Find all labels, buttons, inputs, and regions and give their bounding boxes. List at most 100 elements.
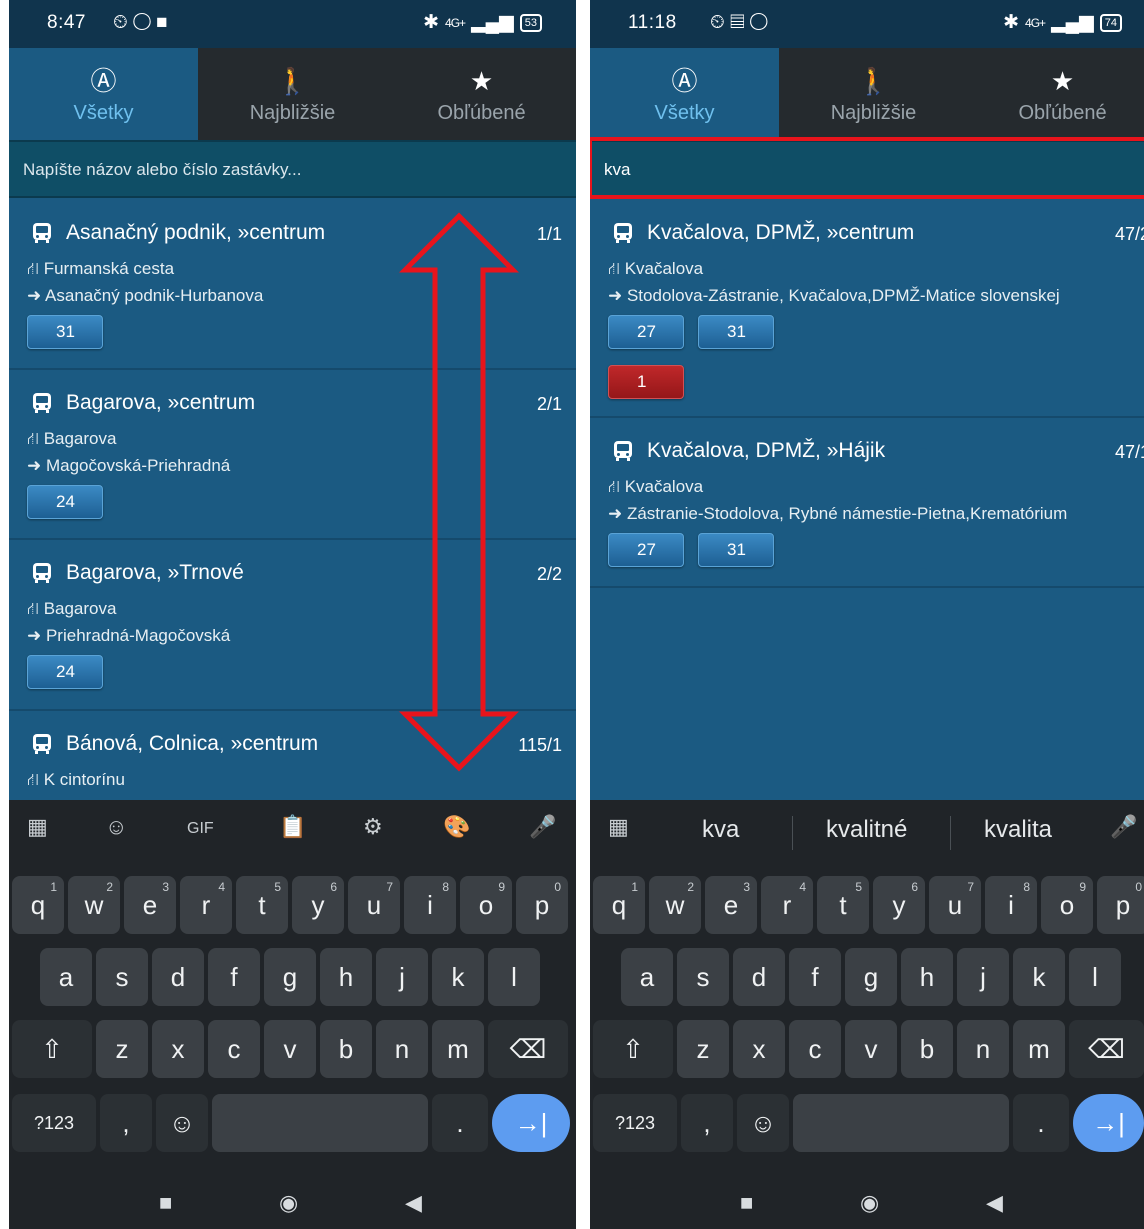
- microphone-icon[interactable]: 🎤: [529, 814, 556, 840]
- period-key[interactable]: .: [1013, 1094, 1069, 1152]
- sticker-icon[interactable]: ☺: [105, 814, 127, 840]
- back-icon[interactable]: ◀: [986, 1190, 1003, 1216]
- key-r[interactable]: r4: [761, 876, 813, 934]
- key-z[interactable]: z: [96, 1020, 148, 1078]
- home-icon[interactable]: ◉: [860, 1190, 879, 1216]
- key-v[interactable]: v: [845, 1020, 897, 1078]
- key-k[interactable]: k: [1013, 948, 1065, 1006]
- stop-list[interactable]: Kvačalova, DPMŽ, »centrum 47/2 ⛙ Kvačalo…: [590, 200, 1144, 588]
- key-e[interactable]: e3: [124, 876, 176, 934]
- period-key[interactable]: .: [432, 1094, 488, 1152]
- line-badge[interactable]: 24: [27, 485, 103, 519]
- key-i[interactable]: i8: [985, 876, 1037, 934]
- key-h[interactable]: h: [320, 948, 372, 1006]
- key-s[interactable]: s: [677, 948, 729, 1006]
- enter-key[interactable]: →|: [492, 1094, 570, 1152]
- line-badge[interactable]: 31: [698, 315, 774, 349]
- backspace-key[interactable]: ⌫: [488, 1020, 568, 1078]
- emoji-key[interactable]: ☺: [156, 1094, 208, 1152]
- apps-grid-icon[interactable]: ▦: [608, 814, 629, 840]
- key-p[interactable]: p0: [1097, 876, 1144, 934]
- key-g[interactable]: g: [845, 948, 897, 1006]
- tab-all[interactable]: Ⓐ Všetky: [590, 48, 779, 140]
- key-b[interactable]: b: [901, 1020, 953, 1078]
- line-badge[interactable]: 31: [698, 533, 774, 567]
- line-badge[interactable]: 27: [608, 533, 684, 567]
- key-k[interactable]: k: [432, 948, 484, 1006]
- key-r[interactable]: r4: [180, 876, 232, 934]
- home-icon[interactable]: ◉: [279, 1190, 298, 1216]
- key-n[interactable]: n: [957, 1020, 1009, 1078]
- tab-favorites[interactable]: ★ Obľúbené: [387, 48, 576, 140]
- key-v[interactable]: v: [264, 1020, 316, 1078]
- key-a[interactable]: a: [40, 948, 92, 1006]
- key-o[interactable]: o9: [460, 876, 512, 934]
- list-item[interactable]: Kvačalova, DPMŽ, »centrum 47/2 ⛙ Kvačalo…: [590, 200, 1144, 418]
- line-badge[interactable]: 27: [608, 315, 684, 349]
- space-key[interactable]: [212, 1094, 428, 1152]
- key-c[interactable]: c: [789, 1020, 841, 1078]
- line-badge[interactable]: 24: [27, 655, 103, 689]
- settings-gear-icon[interactable]: ⚙: [363, 814, 383, 840]
- enter-key[interactable]: →|: [1073, 1094, 1144, 1152]
- tab-all[interactable]: Ⓐ Všetky: [9, 48, 198, 140]
- symbols-key[interactable]: ?123: [593, 1094, 677, 1152]
- key-y[interactable]: y6: [873, 876, 925, 934]
- clipboard-icon[interactable]: 📋: [279, 814, 306, 840]
- line-badge[interactable]: 31: [27, 315, 103, 349]
- key-w[interactable]: w2: [68, 876, 120, 934]
- comma-key[interactable]: ,: [100, 1094, 152, 1152]
- shift-key[interactable]: ⇧: [593, 1020, 673, 1078]
- key-q[interactable]: q1: [593, 876, 645, 934]
- key-z[interactable]: z: [677, 1020, 729, 1078]
- key-m[interactable]: m: [432, 1020, 484, 1078]
- tab-nearest[interactable]: 🚶 Najbližšie: [198, 48, 387, 140]
- key-j[interactable]: j: [957, 948, 1009, 1006]
- theme-palette-icon[interactable]: 🎨: [443, 814, 470, 840]
- key-j[interactable]: j: [376, 948, 428, 1006]
- key-i[interactable]: i8: [404, 876, 456, 934]
- key-x[interactable]: x: [152, 1020, 204, 1078]
- key-t[interactable]: t5: [236, 876, 288, 934]
- tab-nearest[interactable]: 🚶 Najbližšie: [779, 48, 968, 140]
- key-e[interactable]: e3: [705, 876, 757, 934]
- emoji-key[interactable]: ☺: [737, 1094, 789, 1152]
- key-n[interactable]: n: [376, 1020, 428, 1078]
- key-m[interactable]: m: [1013, 1020, 1065, 1078]
- back-icon[interactable]: ◀: [405, 1190, 422, 1216]
- recents-icon[interactable]: ■: [159, 1190, 172, 1216]
- key-b[interactable]: b: [320, 1020, 372, 1078]
- recents-icon[interactable]: ■: [740, 1190, 753, 1216]
- key-l[interactable]: l: [1069, 948, 1121, 1006]
- key-w[interactable]: w2: [649, 876, 701, 934]
- key-t[interactable]: t5: [817, 876, 869, 934]
- list-item[interactable]: Kvačalova, DPMŽ, »Hájik 47/1 ⛙ Kvačalova…: [590, 418, 1144, 588]
- key-p[interactable]: p0: [516, 876, 568, 934]
- search-input[interactable]: Napíšte názov alebo číslo zastávky...: [9, 140, 576, 198]
- space-key[interactable]: [793, 1094, 1009, 1152]
- key-a[interactable]: a: [621, 948, 673, 1006]
- suggestion-3[interactable]: kvalita: [984, 816, 1052, 844]
- key-g[interactable]: g: [264, 948, 316, 1006]
- key-q[interactable]: q1: [12, 876, 64, 934]
- line-badge-red[interactable]: 1: [608, 365, 684, 399]
- key-c[interactable]: c: [208, 1020, 260, 1078]
- key-f[interactable]: f: [789, 948, 841, 1006]
- key-y[interactable]: y6: [292, 876, 344, 934]
- shift-key[interactable]: ⇧: [12, 1020, 92, 1078]
- key-s[interactable]: s: [96, 948, 148, 1006]
- key-o[interactable]: o9: [1041, 876, 1093, 934]
- tab-favorites[interactable]: ★ Obľúbené: [968, 48, 1144, 140]
- backspace-key[interactable]: ⌫: [1069, 1020, 1144, 1078]
- key-d[interactable]: d: [733, 948, 785, 1006]
- suggestion-2[interactable]: kvalitné: [826, 816, 907, 844]
- suggestion-1[interactable]: kva: [702, 816, 739, 844]
- key-u[interactable]: u7: [929, 876, 981, 934]
- key-u[interactable]: u7: [348, 876, 400, 934]
- key-l[interactable]: l: [488, 948, 540, 1006]
- key-d[interactable]: d: [152, 948, 204, 1006]
- key-h[interactable]: h: [901, 948, 953, 1006]
- microphone-icon[interactable]: 🎤: [1110, 814, 1137, 840]
- comma-key[interactable]: ,: [681, 1094, 733, 1152]
- key-f[interactable]: f: [208, 948, 260, 1006]
